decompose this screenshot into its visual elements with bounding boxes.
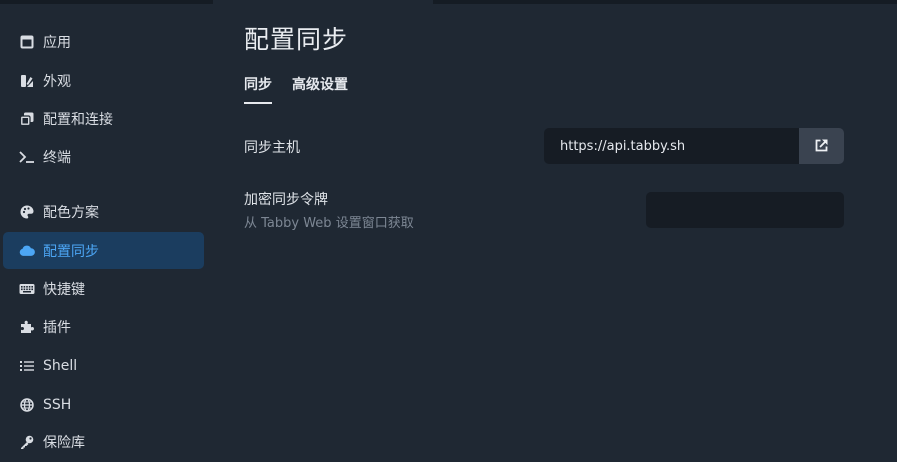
- sidebar-item-label: 配置同步: [43, 243, 99, 260]
- sidebar-item-label: 快捷键: [43, 281, 85, 298]
- tab-sync[interactable]: 同步: [244, 74, 272, 104]
- sync-host-input[interactable]: [544, 128, 799, 164]
- sync-host-field-group: [544, 128, 844, 164]
- keyboard-icon: [19, 281, 35, 297]
- cloud-icon: [19, 243, 35, 259]
- sidebar-item-label: 保险库: [43, 434, 85, 451]
- sidebar-item-label: 配色方案: [43, 204, 99, 221]
- open-host-button[interactable]: [799, 128, 844, 164]
- sidebar-item-shell[interactable]: Shell: [3, 347, 204, 384]
- sidebar-item-ssh[interactable]: SSH: [3, 386, 204, 423]
- sidebar-item-config-sync[interactable]: 配置同步: [3, 232, 204, 269]
- sidebar-item-label: 终端: [43, 149, 71, 166]
- sync-token-label: 加密同步令牌: [244, 192, 328, 208]
- key-icon: [19, 434, 35, 450]
- sidebar-item-label: SSH: [43, 396, 72, 413]
- sidebar-item-label: 外观: [43, 73, 71, 90]
- sync-host-label: 同步主机: [244, 140, 300, 156]
- external-link-icon: [815, 137, 828, 156]
- sidebar-item-hotkeys[interactable]: 快捷键: [3, 270, 204, 307]
- sidebar-item-plugins[interactable]: 插件: [3, 308, 204, 345]
- page-title: 配置同步: [244, 25, 349, 54]
- paint-brush-icon: [19, 73, 35, 89]
- sidebar-item-label: 配置和连接: [43, 111, 113, 128]
- sidebar-item-vault[interactable]: 保险库: [3, 423, 204, 460]
- settings-window: 应用 外观 配置和连接 终端 配色方案 配置同步 快捷键 插件 Shell SS…: [0, 0, 897, 462]
- settings-content: 配置同步 同步 高级设置 同步主机 加密同步令牌 从 Tabby Web 设置窗…: [213, 0, 897, 462]
- sidebar-item-profiles[interactable]: 配置和连接: [3, 100, 204, 137]
- puzzle-icon: [19, 319, 35, 335]
- sidebar-item-appearance[interactable]: 外观: [3, 62, 204, 99]
- palette-icon: [19, 204, 35, 220]
- sidebar-item-label: 插件: [43, 319, 71, 336]
- sync-token-input[interactable]: [646, 192, 844, 228]
- globe-icon: [19, 397, 35, 413]
- list-icon: [19, 358, 35, 374]
- settings-sidebar: 应用 外观 配置和连接 终端 配色方案 配置同步 快捷键 插件 Shell SS…: [0, 0, 213, 462]
- sidebar-item-color-scheme[interactable]: 配色方案: [3, 193, 204, 230]
- sidebar-item-label: 应用: [43, 34, 71, 51]
- tab-advanced-settings[interactable]: 高级设置: [292, 74, 348, 104]
- sidebar-item-application[interactable]: 应用: [3, 23, 204, 60]
- sync-token-hint: 从 Tabby Web 设置窗口获取: [244, 216, 414, 231]
- sidebar-item-terminal[interactable]: 终端: [3, 138, 204, 175]
- sidebar-item-label: Shell: [43, 357, 78, 374]
- copy-icon: [19, 111, 35, 127]
- terminal-icon: [19, 149, 35, 165]
- settings-tabs: 同步 高级设置: [244, 74, 368, 104]
- window-icon: [19, 34, 35, 50]
